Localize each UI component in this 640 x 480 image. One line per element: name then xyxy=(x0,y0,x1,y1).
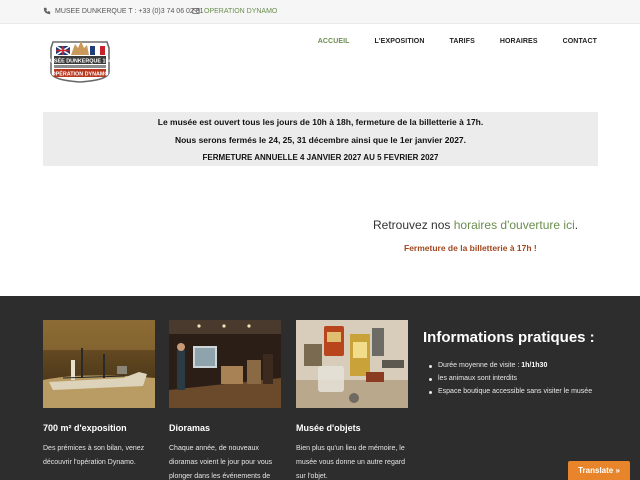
site-header: MUSÉE DUNKERQUE 1940 OPÉRATION DYNAMO AC… xyxy=(0,24,640,96)
card-description: Chaque année, de nouveaux dioramas voien… xyxy=(169,445,273,480)
nav-item-contact[interactable]: CONTACT xyxy=(563,38,597,45)
notice-line-holidays: Nous serons fermés le 24, 25, 31 décembr… xyxy=(174,135,467,145)
nav-item-accueil[interactable]: ACCUEIL xyxy=(318,38,350,45)
feature-card-dioramas: Dioramas Chaque année, de nouveaux diora… xyxy=(169,320,281,480)
hours-prefix: Retrouvez nos xyxy=(373,218,454,232)
translate-button[interactable]: Translate » xyxy=(568,461,630,480)
nav-item-tarifs[interactable]: TARIFS xyxy=(449,38,474,45)
feature-card-exposition: 700 m² d'exposition Des prémices à son b… xyxy=(43,320,155,466)
objects-image[interactable] xyxy=(296,320,408,408)
hours-callout: Retrouvez nos horaires d'ouverture ici. xyxy=(373,218,578,232)
logo-title: MUSÉE DUNKERQUE 1940 xyxy=(47,57,113,65)
feature-card-objets: Musée d'objets Bien plus qu'un lieu de m… xyxy=(296,320,408,480)
info-label: Durée moyenne de visite : xyxy=(438,362,522,369)
phone-text: MUSEE DUNKERQUE T : +33 (0)3 74 06 02 81 xyxy=(55,7,204,15)
ship-model-image[interactable] xyxy=(43,320,155,408)
info-label: les animaux sont interdits xyxy=(438,375,517,382)
diorama-image[interactable] xyxy=(169,320,281,408)
notice-line-hours: Le musée est ouvert tous les jours de 10… xyxy=(157,117,484,127)
top-bar: MUSEE DUNKERQUE T : +33 (0)3 74 06 02 81… xyxy=(0,0,640,24)
nav-item-l-exposition[interactable]: L'EXPOSITION xyxy=(375,38,425,45)
opening-notice: Le musée est ouvert tous les jours de 10… xyxy=(43,112,598,166)
info-item-shop: Espace boutique accessible sans visiter … xyxy=(423,388,613,401)
nav-item-horaires[interactable]: HORAIRES xyxy=(500,38,538,45)
card-title: Musée d'objets xyxy=(296,423,361,433)
card-description: Bien plus qu'un lieu de mémoire, le musé… xyxy=(296,445,405,480)
email-link[interactable]: OPERATION DYNAMO xyxy=(192,7,277,15)
card-title: Dioramas xyxy=(169,423,211,433)
info-item-duration: Durée moyenne de visite : 1h/1h30 xyxy=(423,362,613,375)
notice-line-annual-closure: FERMETURE ANNUELLE 4 JANVIER 2027 AU 5 F… xyxy=(202,153,439,162)
envelope-icon xyxy=(192,8,200,14)
practical-info-title: Informations pratiques : xyxy=(423,329,595,346)
phone-info[interactable]: MUSEE DUNKERQUE T : +33 (0)3 74 06 02 81 xyxy=(43,7,204,15)
card-title: 700 m² d'exposition xyxy=(43,423,127,433)
info-value: 1h/1h30 xyxy=(521,362,548,369)
main-nav: ACCUEIL L'EXPOSITION TARIFS HORAIRES CONTACT xyxy=(293,38,597,45)
phone-icon xyxy=(43,7,51,15)
ticket-closing-notice: Fermeture de la billetterie à 17h ! xyxy=(404,243,537,253)
card-description: Des prémices à son bilan, venez découvri… xyxy=(43,445,145,466)
features-section: 700 m² d'exposition Des prémices à son b… xyxy=(0,296,640,480)
info-label: Espace boutique accessible sans visiter … xyxy=(438,388,593,395)
museum-logo[interactable]: MUSÉE DUNKERQUE 1940 OPÉRATION DYNAMO xyxy=(47,36,113,84)
email-text: OPERATION DYNAMO xyxy=(204,7,278,15)
info-item-animals: les animaux sont interdits xyxy=(423,375,613,388)
practical-info: Informations pratiques : Durée moyenne d… xyxy=(423,329,613,401)
hours-link[interactable]: horaires d'ouverture ici xyxy=(454,218,575,232)
practical-info-list: Durée moyenne de visite : 1h/1h30 les an… xyxy=(423,362,613,401)
hours-suffix: . xyxy=(574,218,579,232)
logo-subtitle: OPÉRATION DYNAMO xyxy=(51,70,108,78)
